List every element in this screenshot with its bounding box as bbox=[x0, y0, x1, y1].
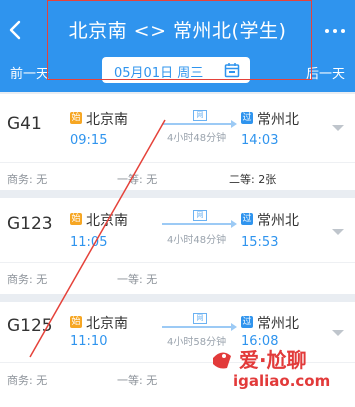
watermark-site: igaliao.com bbox=[233, 372, 331, 390]
watermark: 爱·尬聊 igaliao.com bbox=[209, 340, 349, 400]
watermark-logo-icon bbox=[213, 352, 231, 369]
watermark-title: 爱·尬聊 bbox=[239, 348, 307, 372]
